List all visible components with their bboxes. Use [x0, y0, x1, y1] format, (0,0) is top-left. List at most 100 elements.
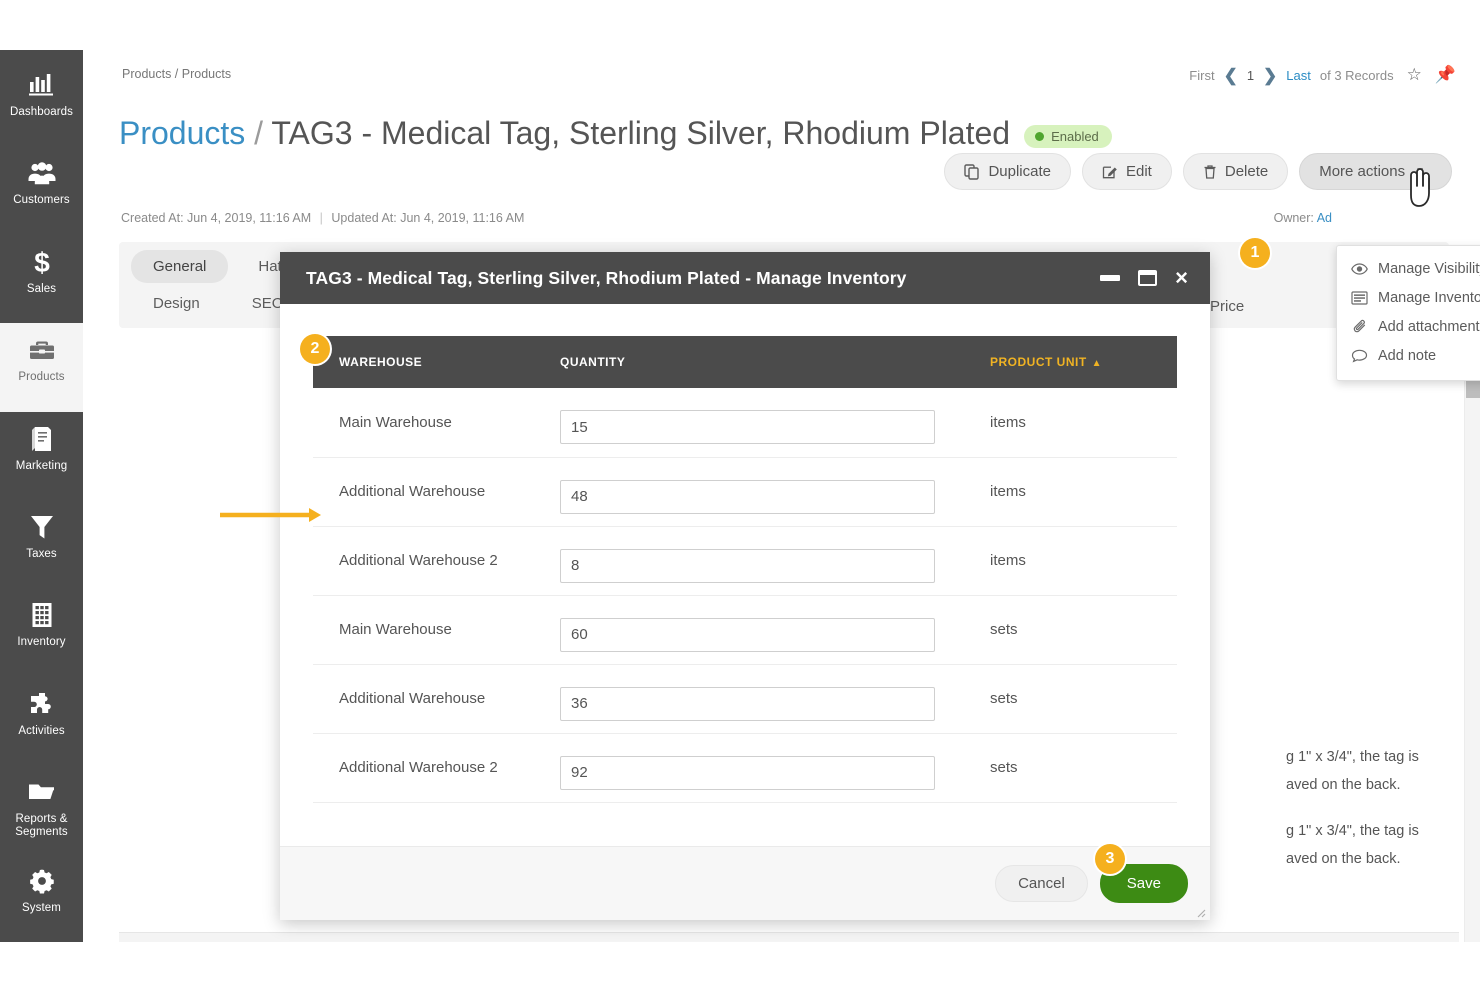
background-price-label: Price	[1210, 298, 1245, 315]
pager-current-page: 1	[1246, 67, 1255, 83]
cell-unit: sets	[990, 595, 1177, 665]
status-dot-icon	[1035, 132, 1045, 142]
list-icon	[1351, 289, 1368, 306]
sidebar-item-sales[interactable]: $ Sales	[0, 235, 83, 323]
cell-warehouse: Main Warehouse	[313, 595, 560, 665]
background-description: g 1" x 3/4", the tag is aved on the back…	[1286, 743, 1419, 873]
menu-item-label: Add note	[1378, 347, 1437, 364]
paperclip-icon	[1351, 318, 1368, 335]
sidebar-item-label: Sales	[26, 282, 57, 295]
manage-inventory-dialog: TAG3 - Medical Tag, Sterling Silver, Rho…	[280, 252, 1210, 920]
eye-icon	[1351, 260, 1368, 277]
pager-first[interactable]: First	[1189, 68, 1214, 83]
content-scrollbar[interactable]	[1464, 330, 1480, 942]
column-header-product-unit[interactable]: PRODUCT UNIT ▲	[990, 336, 1177, 388]
gear-icon	[25, 864, 59, 898]
cell-warehouse: Additional Warehouse 2	[313, 733, 560, 803]
sidebar-item-marketing[interactable]: Marketing	[0, 412, 83, 500]
quantity-input[interactable]	[560, 548, 935, 583]
sidebar-item-label: Dashboards	[9, 106, 73, 118]
pin-icon[interactable]: 📌	[1435, 65, 1456, 85]
table-row: Main Warehouse items	[313, 388, 1177, 458]
sidebar-item-dashboards[interactable]: Dashboards	[0, 58, 83, 146]
background-description-line-2: aved on the back.	[1286, 777, 1401, 793]
sidebar-item-inventory[interactable]: Inventory	[0, 588, 83, 676]
briefcase-icon	[25, 333, 59, 367]
sidebar-item-label: Customers	[13, 194, 70, 207]
puzzle-icon	[25, 687, 59, 721]
funnel-icon	[25, 510, 59, 544]
sidebar-item-customers[interactable]: Customers	[0, 146, 83, 234]
cell-quantity	[560, 388, 990, 458]
menu-item-add-note[interactable]: Add note	[1337, 341, 1480, 370]
tab-general[interactable]: General	[131, 250, 229, 283]
pencil-icon	[1102, 164, 1118, 180]
delete-label: Delete	[1224, 163, 1269, 180]
menu-item-label: Manage Inventory	[1378, 289, 1480, 306]
annotation-arrow-icon	[218, 505, 323, 530]
background-description-line-3: g 1" x 3/4", the tag is	[1286, 823, 1419, 839]
owner-label: Owner:	[1273, 211, 1314, 225]
building-icon	[25, 598, 59, 632]
inventory-table-head: WAREHOUSE QUANTITY PRODUCT UNIT ▲	[313, 336, 1177, 388]
sidebar-item-label: Reports & Segments	[15, 813, 68, 839]
sidebar-item-label: Inventory	[17, 636, 66, 649]
menu-item-manage-visibility[interactable]: Manage Visibility	[1337, 254, 1480, 283]
svg-text:$: $	[34, 247, 50, 277]
maximize-icon[interactable]	[1138, 270, 1158, 286]
menu-item-add-attachment[interactable]: Add attachment	[1337, 312, 1480, 341]
sidebar-item-label: Marketing	[15, 459, 68, 472]
table-header-row: WAREHOUSE QUANTITY PRODUCT UNIT ▲	[313, 336, 1177, 388]
page-title-lead[interactable]: Products	[119, 115, 245, 151]
cancel-button[interactable]: Cancel	[995, 865, 1088, 902]
speech-bubble-icon	[1351, 347, 1368, 364]
status-badge-label: Enabled	[1051, 129, 1099, 145]
resize-handle-icon[interactable]	[1194, 905, 1206, 918]
duplicate-icon	[964, 163, 980, 180]
people-icon	[25, 156, 59, 190]
pager-records-count: of 3 Records	[1319, 67, 1394, 83]
created-at-text: Created At: Jun 4, 2019, 11:16 AM	[121, 211, 312, 225]
column-header-product-unit-label: PRODUCT UNIT	[990, 355, 1087, 369]
minimize-icon[interactable]	[1100, 275, 1121, 281]
pager-last[interactable]: Last	[1286, 68, 1311, 83]
close-icon[interactable]: ×	[1175, 267, 1188, 289]
column-header-warehouse[interactable]: WAREHOUSE	[313, 336, 560, 388]
duplicate-button[interactable]: Duplicate	[944, 153, 1071, 190]
step-badge-1: 1	[1240, 238, 1270, 268]
sidebar-item-reports-segments[interactable]: Reports & Segments	[0, 765, 83, 853]
tab-design[interactable]: Design	[131, 287, 222, 320]
edit-button[interactable]: Edit	[1082, 153, 1172, 190]
chevron-left-icon[interactable]: ❮	[1224, 67, 1238, 84]
quantity-input[interactable]	[560, 755, 935, 790]
duplicate-label: Duplicate	[988, 163, 1051, 180]
more-actions-dropdown: Manage Visibility Manage Inventory Add a…	[1336, 245, 1480, 381]
cell-unit: sets	[990, 664, 1177, 734]
dialog-titlebar[interactable]: TAG3 - Medical Tag, Sterling Silver, Rho…	[280, 252, 1210, 304]
quantity-input[interactable]	[560, 410, 935, 445]
quantity-input[interactable]	[560, 617, 935, 652]
sidebar-item-taxes[interactable]: Taxes	[0, 500, 83, 588]
table-row: Main Warehouse sets	[313, 595, 1177, 665]
delete-button[interactable]: Delete	[1182, 153, 1289, 190]
table-row: Additional Warehouse 2 items	[313, 526, 1177, 596]
inventory-table-body: Main Warehouse items Additional Warehous…	[313, 388, 1177, 803]
status-badge: Enabled	[1024, 125, 1112, 149]
sidebar-item-products[interactable]: Products	[0, 323, 83, 412]
table-row: Additional Warehouse sets	[313, 664, 1177, 734]
more-actions-button[interactable]: More actions ▼	[1299, 153, 1452, 190]
quantity-input[interactable]	[560, 686, 935, 721]
sidebar-item-label: Products	[18, 371, 65, 384]
quantity-input[interactable]	[560, 479, 935, 514]
edit-label: Edit	[1126, 163, 1152, 180]
trash-icon	[1203, 164, 1217, 180]
menu-item-manage-inventory[interactable]: Manage Inventory	[1337, 283, 1480, 312]
chevron-right-icon[interactable]: ❯	[1263, 67, 1277, 84]
column-header-quantity[interactable]: QUANTITY	[560, 336, 990, 388]
owner-value[interactable]: Ad	[1317, 211, 1332, 225]
star-icon[interactable]: ☆	[1407, 65, 1422, 85]
inventory-table: WAREHOUSE QUANTITY PRODUCT UNIT ▲ Main Wa…	[313, 336, 1177, 803]
sidebar-item-activities[interactable]: Activities	[0, 677, 83, 765]
sidebar-item-system[interactable]: System	[0, 854, 83, 942]
breadcrumb[interactable]: Products / Products	[122, 67, 231, 81]
